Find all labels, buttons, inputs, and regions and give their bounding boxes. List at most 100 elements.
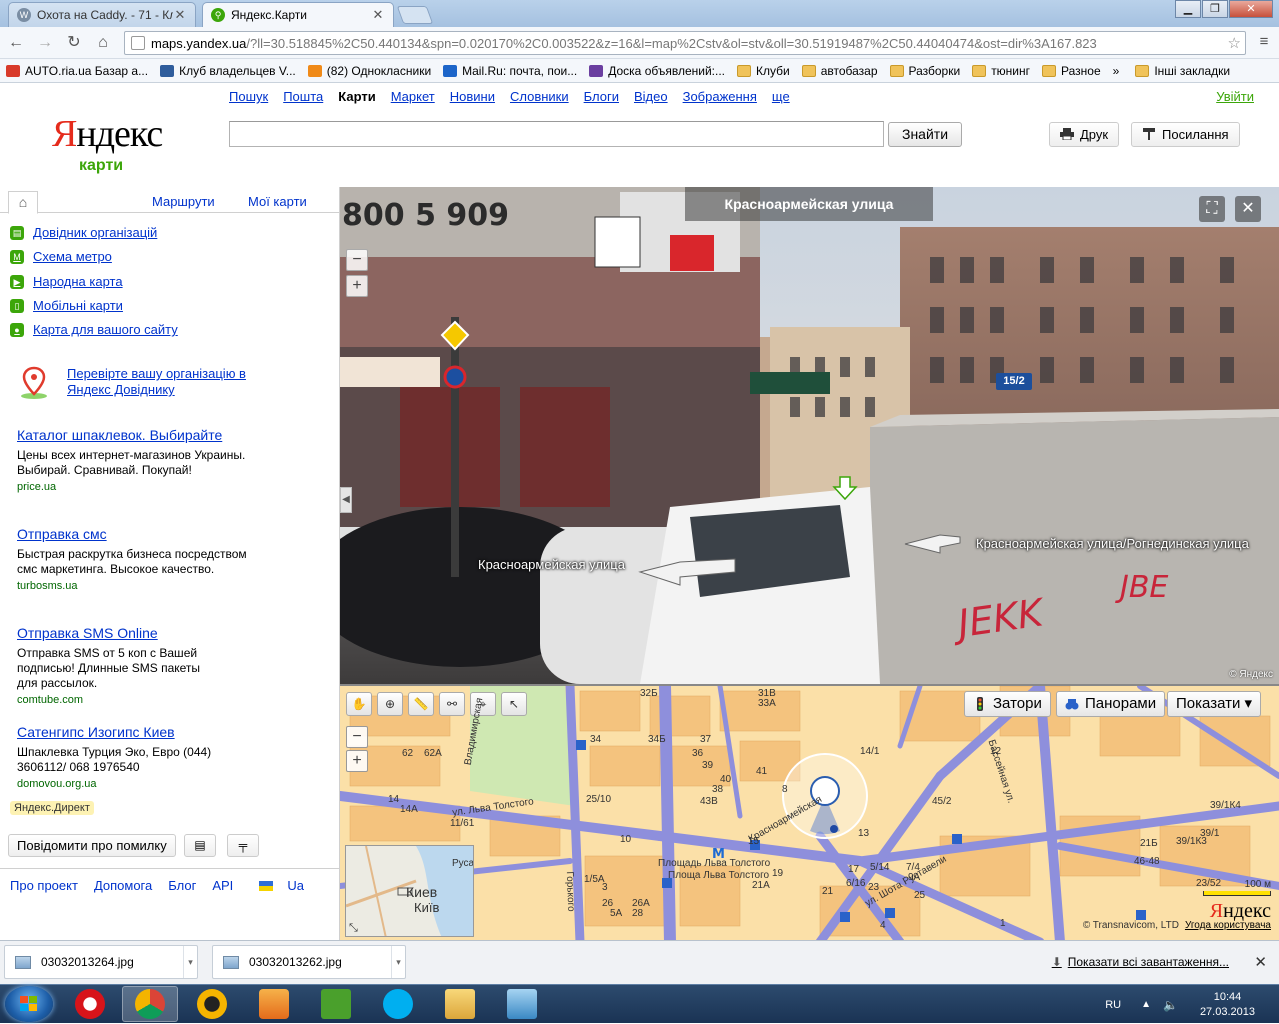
bookmark-item[interactable]: (82) Однокласники <box>307 64 437 78</box>
download-menu-chevron-icon[interactable]: ▾ <box>391 946 405 978</box>
route-icon[interactable]: ⚯ <box>439 692 465 716</box>
zoom-area-icon[interactable]: ⊕ <box>377 692 403 716</box>
terms-link[interactable]: Угода користувача <box>1185 920 1271 931</box>
service-link[interactable]: ще <box>772 89 790 104</box>
service-link[interactable]: Новини <box>450 89 495 104</box>
print-button[interactable]: Друк <box>1049 122 1120 147</box>
language-indicator[interactable]: RU <box>1105 999 1121 1011</box>
footer-lang[interactable]: Ua <box>249 878 310 893</box>
link-small-button[interactable]: ╤ <box>227 834 259 857</box>
footer-help[interactable]: Допомога <box>94 878 152 893</box>
yandex-direct-label[interactable]: Яндекс.Директ <box>10 801 94 815</box>
panorama-street-label[interactable]: Красноармейская улица <box>478 557 625 572</box>
print-small-button[interactable]: ▤ <box>184 834 216 857</box>
service-link[interactable]: Відео <box>634 89 668 104</box>
footer-api[interactable]: API <box>212 878 233 893</box>
taskbar-media-player[interactable] <box>246 986 302 1022</box>
menu-icon[interactable]: ≡ <box>1255 33 1273 53</box>
fullscreen-icon[interactable]: ⛶ <box>1199 196 1225 222</box>
footer-about[interactable]: Про проект <box>10 878 78 893</box>
hand-tool-icon[interactable]: ✋ <box>346 692 372 716</box>
bookmark-item[interactable]: Mail.Ru: почта, пои... <box>443 64 583 78</box>
taskbar-explorer[interactable] <box>432 986 488 1022</box>
check-organization[interactable]: Перевірте вашу організацію в Яндекс Дові… <box>18 366 257 400</box>
service-link[interactable]: Пошта <box>283 89 323 104</box>
link-button[interactable]: Посилання <box>1131 122 1240 147</box>
close-window-button[interactable]: ✕ <box>1229 0 1273 18</box>
tab-my-maps[interactable]: Мої карти <box>248 194 307 209</box>
bookmark-item[interactable]: Клуби <box>736 64 796 78</box>
download-item[interactable]: 03032013262.jpg ▾ <box>212 945 406 979</box>
street-panorama[interactable]: JEKK JBE 800 5 909 Красноармейская улица… <box>340 187 1279 684</box>
back-icon[interactable]: ← <box>6 33 26 53</box>
close-panorama-icon[interactable]: ✕ <box>1235 196 1261 222</box>
pointer-icon[interactable]: ↖ <box>501 692 527 716</box>
search-input[interactable] <box>229 121 884 147</box>
ad-url[interactable]: price.ua <box>17 481 257 493</box>
bookmark-item[interactable]: AUTO.ria.ua Базар а... <box>6 64 154 78</box>
login-link[interactable]: Увійти <box>1216 89 1254 104</box>
report-error-button[interactable]: Повідомити про помилку <box>8 834 176 857</box>
maximize-button[interactable]: ❐ <box>1202 0 1228 18</box>
link-metro[interactable]: M Схема метро <box>10 249 112 264</box>
service-link[interactable]: Маркет <box>391 89 435 104</box>
ad-url[interactable]: turbosms.ua <box>17 580 257 592</box>
find-button[interactable]: Знайти <box>888 122 962 147</box>
taskbar-aimp[interactable] <box>184 986 240 1022</box>
taskbar-opera[interactable] <box>62 986 118 1022</box>
link-directory[interactable]: ▤ Довідник організацій <box>10 225 157 240</box>
tab-routes[interactable]: Маршрути <box>152 194 215 209</box>
link-people-map[interactable]: ▶ Народна карта <box>10 274 123 289</box>
ad-title[interactable]: Отправка смс <box>17 526 257 542</box>
close-tab-icon[interactable]: ✕ <box>173 7 187 23</box>
map-zoom-out-button[interactable]: − <box>346 726 368 748</box>
bookmark-item[interactable]: автобазар <box>801 64 884 78</box>
taskbar-skype[interactable] <box>370 986 426 1022</box>
reload-icon[interactable]: ↻ <box>64 33 84 53</box>
bookmarks-more[interactable]: » <box>1113 64 1120 78</box>
overview-minimap[interactable]: Киев Київ Руса ⤡ <box>345 845 474 937</box>
tab-caddy[interactable]: W Охота на Caddy. - 71 - Кл ✕ <box>8 2 196 27</box>
address-bar[interactable]: maps.yandex.ua/?ll=30.518845%2C50.440134… <box>124 31 1246 55</box>
traffic-button[interactable]: Затори <box>964 691 1051 717</box>
start-button[interactable] <box>5 986 53 1022</box>
clock[interactable]: 10:44 27.03.2013 <box>1200 990 1255 1020</box>
ad-url[interactable]: comtube.com <box>17 694 257 706</box>
ad-title[interactable]: Отправка SMS Online <box>17 625 257 641</box>
service-link[interactable]: Зображення <box>683 89 757 104</box>
bookmark-item[interactable]: Разборки <box>889 64 967 78</box>
forward-icon[interactable]: → <box>35 33 55 53</box>
taskbar-utorrent[interactable] <box>308 986 364 1022</box>
bookmark-star-icon[interactable]: ☆ <box>1228 34 1241 52</box>
close-tab-icon[interactable]: ✕ <box>371 7 385 23</box>
tray-expand-icon[interactable]: ▲ <box>1141 999 1151 1010</box>
taskbar-photo-viewer[interactable] <box>494 986 550 1022</box>
bookmark-item[interactable]: Клуб владельцев V... <box>160 64 302 78</box>
new-tab-button[interactable] <box>396 6 434 24</box>
service-link[interactable]: Карти <box>338 89 375 104</box>
collapse-panel-button[interactable]: ◀ <box>340 487 352 513</box>
link-site-map[interactable]: ● Карта для вашого сайту <box>10 322 178 337</box>
tab-home[interactable]: ⌂ <box>8 191 38 214</box>
service-link[interactable]: Пошук <box>229 89 268 104</box>
bookmark-item[interactable]: Доска объявлений:... <box>589 64 731 78</box>
bookmark-item[interactable]: тюнинг <box>972 64 1036 78</box>
volume-icon[interactable]: 🔈 <box>1163 998 1178 1012</box>
pano-zoom-in-button[interactable]: + <box>346 275 368 297</box>
service-link[interactable]: Блоги <box>584 89 619 104</box>
service-link[interactable]: Словники <box>510 89 569 104</box>
pano-zoom-out-button[interactable]: − <box>346 249 368 271</box>
panorama-street-label[interactable]: Красноармейская улица/Рогнединская улица <box>976 536 1249 551</box>
download-menu-chevron-icon[interactable]: ▾ <box>183 946 197 978</box>
map-zoom-in-button[interactable]: + <box>346 750 368 772</box>
minimize-button[interactable]: ▁ <box>1175 0 1201 18</box>
taskbar-chrome[interactable] <box>122 986 178 1022</box>
tab-yandex-maps[interactable]: ⚲ Яндекс.Карти ✕ <box>202 2 394 27</box>
ad-title[interactable]: Сатенгипс Изогипс Киев <box>17 724 257 740</box>
ad-title[interactable]: Каталог шпаклевок. Выбирайте <box>17 427 257 443</box>
yandex-logo[interactable]: Яндекс <box>52 112 163 156</box>
show-all-downloads-link[interactable]: ⬇ Показати всі завантаження... <box>1052 955 1229 969</box>
other-bookmarks[interactable]: Інші закладки <box>1135 64 1236 78</box>
panoramas-button[interactable]: Панорами <box>1056 691 1166 717</box>
map-view[interactable]: M ✋ ⊕ 📏 ⚯ ⌖ ↖ Затори Панорами Показати ▾… <box>340 684 1279 940</box>
